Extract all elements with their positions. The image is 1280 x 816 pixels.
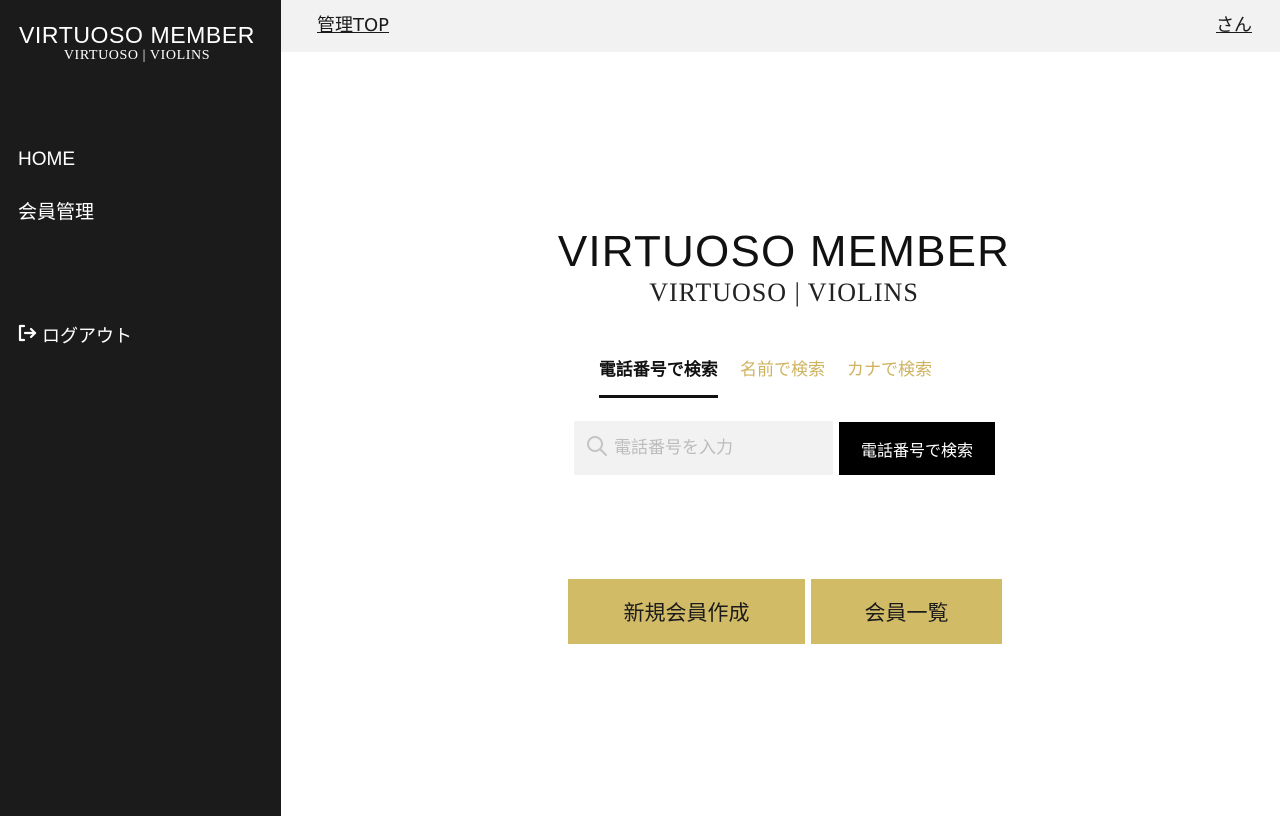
sidebar-logo[interactable]: VIRTUOSO MEMBER VIRTUOSO | VIOLINS (0, 22, 274, 64)
member-list-button[interactable]: 会員一覧 (811, 579, 1002, 644)
sidebar: VIRTUOSO MEMBER VIRTUOSO | VIOLINS HOME … (0, 0, 281, 816)
sign-out-icon (17, 324, 42, 347)
sidebar-logo-title: VIRTUOSO MEMBER (18, 22, 256, 48)
admin-top-link[interactable]: 管理TOP (317, 14, 389, 38)
sidebar-logo-subtitle: VIRTUOSO | VIOLINS (63, 48, 211, 63)
topbar: 管理TOP さん (281, 0, 1280, 52)
tab-phone-search[interactable]: 電話番号で検索 (599, 356, 718, 398)
new-member-button[interactable]: 新規会員作成 (568, 579, 805, 644)
tab-name-search[interactable]: 名前で検索 (740, 356, 825, 398)
sidebar-item-member-management[interactable]: 会員管理 (18, 200, 94, 226)
app-root: VIRTUOSO MEMBER VIRTUOSO | VIOLINS HOME … (0, 0, 1280, 816)
main-logo-subtitle: VIRTUOSO | VIOLINS (649, 278, 919, 307)
sidebar-item-home[interactable]: HOME (18, 147, 94, 173)
main-logo: VIRTUOSO MEMBER VIRTUOSO | VIOLINS (540, 228, 1028, 308)
phone-search-input[interactable] (614, 421, 824, 475)
user-name-link[interactable]: さん (1216, 14, 1252, 38)
logout-link[interactable]: ログアウト (17, 322, 132, 348)
phone-search-button[interactable]: 電話番号で検索 (839, 422, 995, 475)
main-logo-title: VIRTUOSO MEMBER (557, 227, 1011, 276)
logout-label: ログアウト (42, 326, 132, 347)
search-icon (585, 434, 609, 462)
search-field (574, 421, 833, 475)
sidebar-nav: HOME 会員管理 (18, 147, 94, 226)
tab-kana-search[interactable]: カナで検索 (847, 356, 932, 398)
search-tabs: 電話番号で検索 名前で検索 カナで検索 (599, 356, 932, 400)
